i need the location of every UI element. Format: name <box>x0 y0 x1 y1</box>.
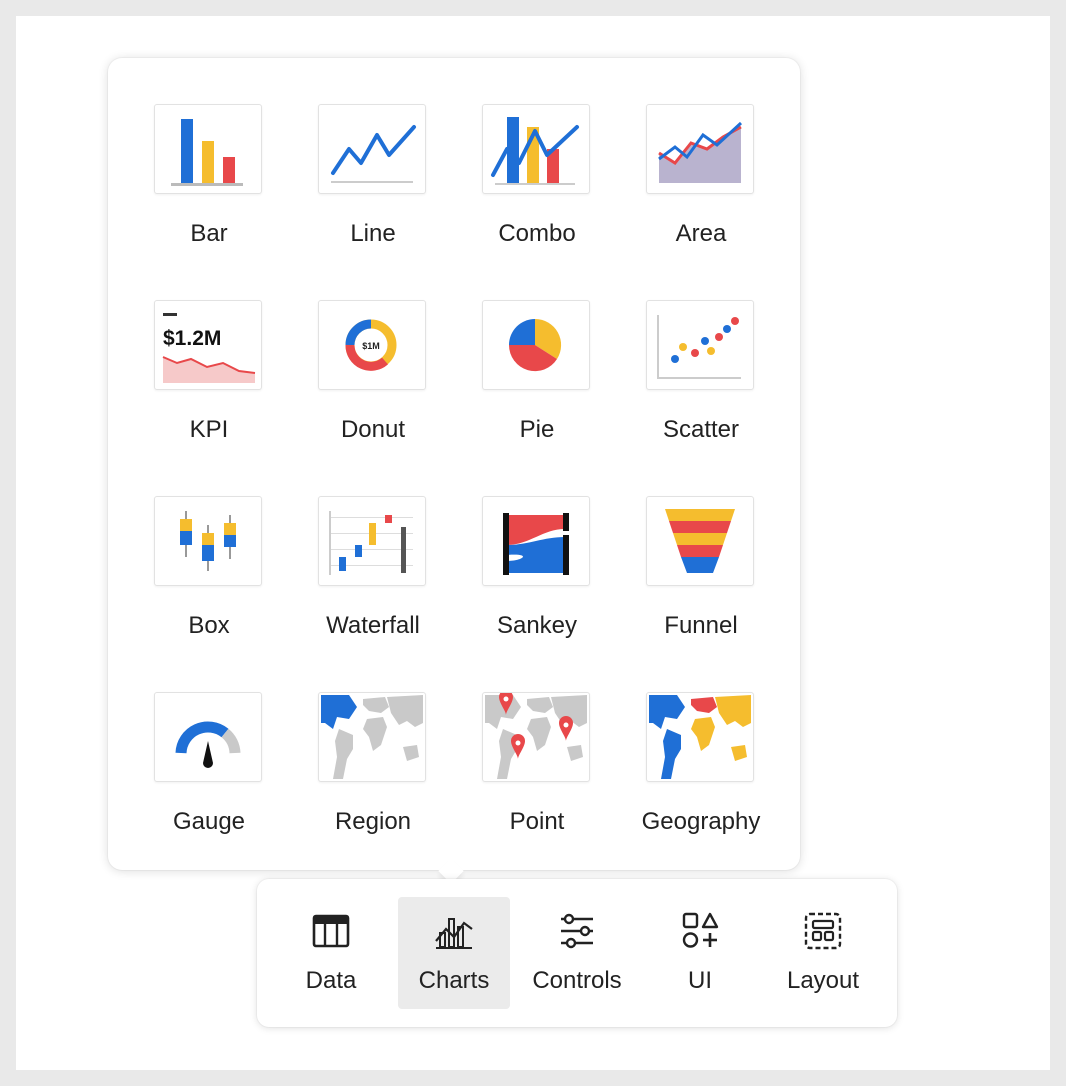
chart-option-label: Pie <box>519 416 555 443</box>
chart-option-label: Box <box>188 612 230 639</box>
chart-option-label: Bar <box>190 220 228 247</box>
combo-chart-icon <box>482 104 590 194</box>
toolbar-ui-button[interactable]: UI <box>644 897 756 1009</box>
chart-option-point[interactable]: Point <box>455 692 619 872</box>
toolbar-layout-button[interactable]: Layout <box>767 897 879 1009</box>
chart-option-label: Donut <box>340 416 406 443</box>
shapes-icon <box>682 912 719 948</box>
toolbar-label: Charts <box>418 967 490 994</box>
toolbar-charts-button[interactable]: Charts <box>398 897 510 1009</box>
chart-option-pie[interactable]: Pie <box>455 300 619 480</box>
chart-option-bar[interactable]: Bar <box>127 104 291 284</box>
toolbar-label: Controls <box>532 967 622 994</box>
chart-option-label: Sankey <box>496 612 578 639</box>
svg-text:$1M: $1M <box>362 341 380 351</box>
table-icon <box>312 914 350 948</box>
chart-option-label: Funnel <box>664 612 738 639</box>
toolbar-controls-button[interactable]: Controls <box>521 897 633 1009</box>
point-map-icon <box>482 692 590 782</box>
chart-option-label: Gauge <box>172 808 246 835</box>
chart-option-line[interactable]: Line <box>291 104 455 284</box>
box-plot-icon <box>154 496 262 586</box>
waterfall-chart-icon <box>318 496 426 586</box>
funnel-chart-icon <box>646 496 754 586</box>
chart-picker-popover: Bar Line Combo Area $1.2M KPI $1M Donut … <box>108 58 800 870</box>
pie-chart-icon <box>482 300 590 390</box>
line-chart-icon <box>318 104 426 194</box>
chart-option-label: Point <box>509 808 565 835</box>
chart-type-grid: Bar Line Combo Area $1.2M KPI $1M Donut … <box>108 58 800 870</box>
chart-option-geography[interactable]: Geography <box>619 692 783 872</box>
chart-option-waterfall[interactable]: Waterfall <box>291 496 455 676</box>
chart-option-sankey[interactable]: Sankey <box>455 496 619 676</box>
toolbar-label: Layout <box>786 967 860 994</box>
sankey-chart-icon <box>482 496 590 586</box>
charts-icon <box>435 918 473 949</box>
chart-option-area[interactable]: Area <box>619 104 783 284</box>
bar-chart-icon <box>154 104 262 194</box>
chart-option-label: Region <box>334 808 412 835</box>
bottom-toolbar: Data Charts Controls UI Layout <box>257 879 897 1027</box>
layout-icon <box>804 912 842 950</box>
svg-text:$1.2M: $1.2M <box>163 327 221 350</box>
chart-option-label: Geography <box>641 808 761 835</box>
chart-option-donut[interactable]: $1M Donut <box>291 300 455 480</box>
chart-option-funnel[interactable]: Funnel <box>619 496 783 676</box>
kpi-icon: $1.2M <box>154 300 262 390</box>
area-chart-icon <box>646 104 754 194</box>
chart-option-gauge[interactable]: Gauge <box>127 692 291 872</box>
chart-option-region[interactable]: Region <box>291 692 455 872</box>
chart-option-label: Combo <box>498 220 576 247</box>
chart-option-kpi[interactable]: $1.2M KPI <box>127 300 291 480</box>
region-map-icon <box>318 692 426 782</box>
scatter-chart-icon <box>646 300 754 390</box>
toolbar-label: UI <box>688 967 712 994</box>
geography-map-icon <box>646 692 754 782</box>
chart-option-combo[interactable]: Combo <box>455 104 619 284</box>
chart-option-label: KPI <box>189 416 229 443</box>
donut-chart-icon: $1M <box>318 300 426 390</box>
chart-option-scatter[interactable]: Scatter <box>619 300 783 480</box>
chart-option-label: Scatter <box>662 416 740 443</box>
sliders-icon <box>561 913 593 949</box>
toolbar-label: Data <box>305 967 357 994</box>
chart-option-label: Area <box>675 220 727 247</box>
chart-option-box[interactable]: Box <box>127 496 291 676</box>
chart-option-label: Line <box>350 220 396 247</box>
gauge-chart-icon <box>154 692 262 782</box>
chart-option-label: Waterfall <box>326 612 420 639</box>
toolbar-data-button[interactable]: Data <box>275 897 387 1009</box>
